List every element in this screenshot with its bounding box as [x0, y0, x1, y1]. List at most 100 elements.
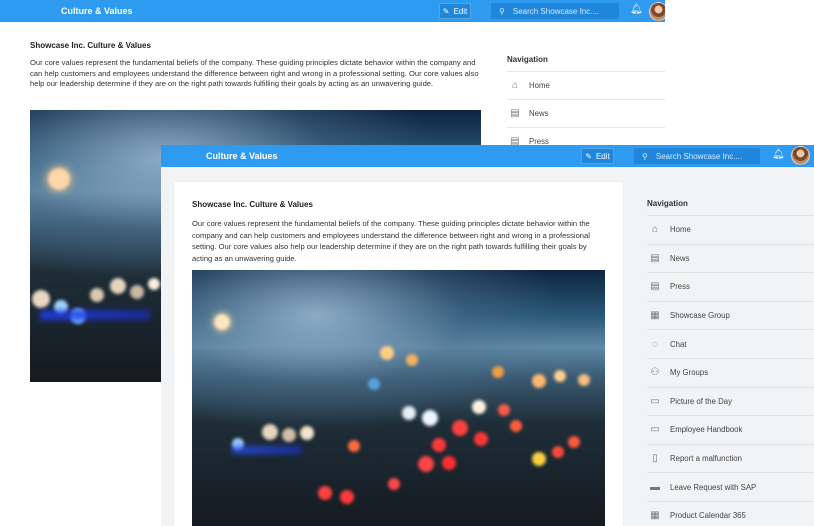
- nav-item-report-malfunction[interactable]: ▯ Report a malfunction: [647, 445, 814, 474]
- clipboard-icon: ▯: [652, 453, 658, 465]
- intro-text: Our core values represent the fundamenta…: [192, 219, 590, 263]
- bokeh-light: [498, 404, 510, 416]
- home-icon: ⌂: [511, 80, 519, 91]
- nav-item-press[interactable]: ▤ Press: [647, 273, 814, 302]
- nav-item-label: Home: [670, 225, 691, 235]
- edit-button[interactable]: ✎ Edit: [581, 148, 614, 164]
- bokeh-light: [418, 456, 434, 472]
- bokeh-light: [442, 456, 456, 470]
- search-box[interactable]: ⚲: [491, 3, 619, 19]
- content-card: Showcase Inc. Culture & Values Our core …: [174, 182, 623, 526]
- nav-item-employee-handbook[interactable]: ▭ Employee Handbook: [647, 416, 814, 445]
- nav-item-label: Home: [529, 81, 550, 90]
- avatar[interactable]: [649, 2, 665, 21]
- nav-item-label: Report a malfunction: [670, 454, 742, 464]
- news-icon: ▤: [650, 252, 660, 264]
- nav-item-picture-of-the-day[interactable]: ▭ Picture of the Day: [647, 388, 814, 417]
- nav-item-label: News: [670, 253, 690, 263]
- nav-item-my-groups[interactable]: ⚇ My Groups: [647, 359, 814, 388]
- page-title: Showcase Inc. Culture & Values: [192, 200, 313, 209]
- navigation-heading: Navigation: [647, 193, 814, 216]
- bokeh-light: [388, 478, 400, 490]
- search-box[interactable]: ⚲: [634, 148, 760, 164]
- nav-item-news[interactable]: ▤ News: [647, 245, 814, 274]
- nav-item-home[interactable]: ⌂ Home: [647, 216, 814, 245]
- bokeh-light: [452, 420, 468, 436]
- bokeh-light: [340, 490, 354, 504]
- nav-item-product-calendar[interactable]: ▦ Product Calendar 365: [647, 502, 814, 526]
- bokeh-light: [532, 452, 546, 466]
- nav-item-label: Picture of the Day: [670, 396, 732, 406]
- bokeh-light: [282, 428, 296, 442]
- groups-icon: ⚇: [650, 367, 660, 379]
- bokeh-light: [492, 366, 504, 378]
- home-icon: ⌂: [651, 224, 659, 236]
- building-icon: ▦: [650, 310, 660, 322]
- bokeh-light: [568, 436, 580, 448]
- app-title: Culture & Values: [206, 151, 278, 161]
- top-bar: Culture & Values ✎ Edit ⚲ 🔔︎: [0, 0, 665, 22]
- bell-icon[interactable]: 🔔︎: [772, 149, 785, 160]
- bokeh-light: [402, 406, 416, 420]
- edit-icon: ✎: [442, 6, 450, 16]
- bokeh-light: [472, 400, 486, 414]
- edit-label: Edit: [453, 6, 468, 16]
- bokeh-light: [532, 374, 546, 388]
- bokeh-light: [300, 426, 314, 440]
- bokeh-light: [510, 420, 522, 432]
- bokeh-light: [368, 378, 380, 390]
- edit-icon: ✎: [585, 151, 592, 161]
- bokeh-light: [262, 424, 278, 440]
- nav-item-label: Chat: [670, 339, 687, 349]
- bokeh-light: [380, 346, 394, 360]
- page-title: Showcase Inc. Culture & Values: [30, 41, 151, 50]
- avatar[interactable]: [791, 146, 810, 165]
- nav-item-label: Product Calendar 365: [670, 511, 746, 521]
- bokeh-light: [348, 440, 360, 452]
- nav-item-news[interactable]: ▤ News: [507, 100, 665, 128]
- search-input[interactable]: [510, 5, 619, 17]
- nav-item-showcase-group[interactable]: ▦ Showcase Group: [647, 302, 814, 331]
- bokeh-light: [130, 285, 144, 299]
- bell-icon[interactable]: 🔔︎: [630, 4, 643, 15]
- bokeh-light: [474, 432, 488, 446]
- bokeh-light: [406, 354, 418, 366]
- bokeh-light: [554, 370, 566, 382]
- bokeh-light: [148, 278, 160, 290]
- nav-item-home[interactable]: ⌂ Home: [507, 72, 665, 100]
- bokeh-light: [214, 314, 230, 330]
- bokeh-light: [578, 374, 590, 386]
- navigation-heading: Navigation: [507, 48, 665, 72]
- navigation-panel: Navigation ⌂ Home ▤ News ▤ Press ▦ Showc…: [647, 193, 814, 526]
- edit-button[interactable]: ✎ Edit: [439, 3, 471, 19]
- bokeh-light: [432, 438, 446, 452]
- bokeh-light: [318, 486, 332, 500]
- nav-item-label: Employee Handbook: [670, 425, 743, 435]
- city-lights-photo: [192, 270, 605, 526]
- calendar-icon: ▦: [650, 510, 660, 522]
- search-input[interactable]: [653, 150, 760, 162]
- nav-item-chat[interactable]: ◌ Chat: [647, 330, 814, 359]
- nav-item-label: News: [529, 109, 549, 118]
- top-bar: Culture & Values ✎ Edit ⚲ 🔔︎: [161, 145, 814, 167]
- blue-light-streak: [232, 446, 302, 454]
- folder-icon: ▭: [650, 424, 660, 436]
- intro-text: Our core values represent the fundamenta…: [30, 58, 479, 88]
- nav-item-label: Showcase Group: [670, 311, 730, 321]
- foreground-window: Culture & Values ✎ Edit ⚲ 🔔︎ Showcase In…: [161, 145, 814, 526]
- nav-item-label: Press: [670, 282, 690, 292]
- folder-icon: ▭: [650, 395, 660, 407]
- navigation-panel: Navigation ⌂ Home ▤ News ▤ Press: [507, 48, 665, 156]
- bokeh-light: [48, 168, 70, 190]
- bokeh-light: [32, 290, 50, 308]
- nav-item-label: My Groups: [670, 368, 709, 378]
- nav-item-leave-request[interactable]: ▬ Leave Request with SAP: [647, 473, 814, 502]
- bokeh-light: [90, 288, 104, 302]
- chat-icon: ◌: [652, 338, 658, 350]
- search-icon: ⚲: [642, 151, 648, 161]
- card-icon: ▬: [650, 481, 660, 493]
- bokeh-light: [110, 278, 126, 294]
- app-title: Culture & Values: [61, 6, 133, 16]
- edit-label: Edit: [595, 151, 610, 161]
- press-icon: ▤: [650, 281, 660, 293]
